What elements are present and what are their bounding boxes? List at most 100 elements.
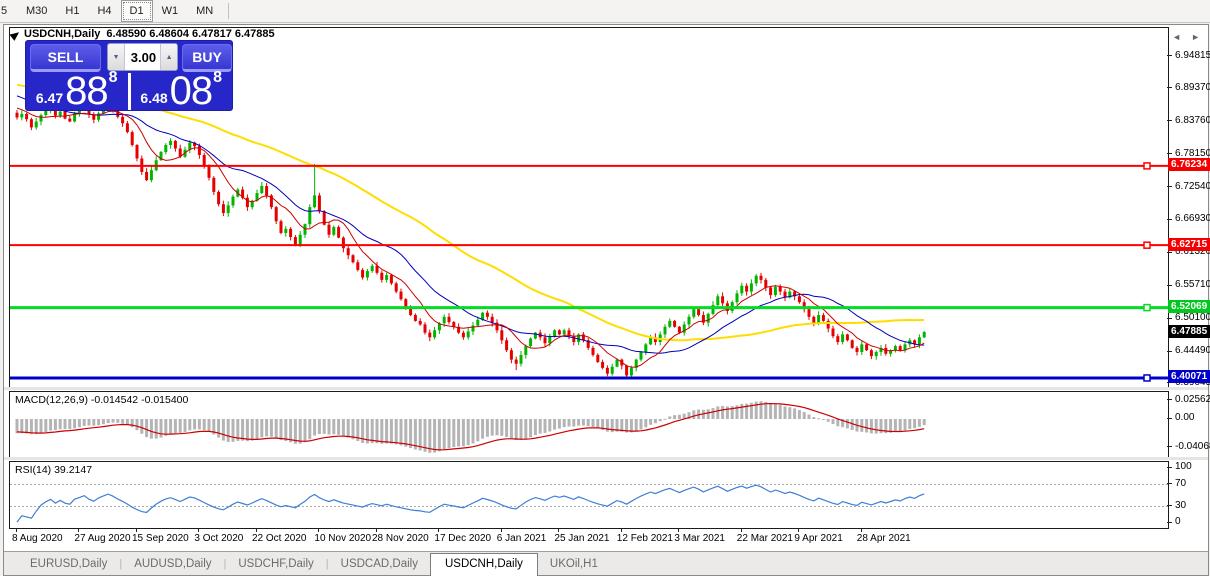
price-axis-tick: [1167, 153, 1172, 155]
volume-spinner: ▼ 3.00 ▲: [107, 43, 179, 71]
price-axis-tick: [1167, 186, 1172, 188]
price-level-badge: 6.52069: [1168, 300, 1210, 314]
macd-axis-label: 0.025623: [1175, 393, 1210, 405]
price-axis-label: 6.89370: [1175, 81, 1210, 93]
date-axis-label: 12 Feb 2021: [616, 533, 673, 544]
chart-ohlc-values: 6.48590 6.48604 6.47817 6.47885: [106, 28, 275, 40]
date-axis-label: 15 Sep 2020: [132, 533, 189, 544]
chart-tab-usdchf[interactable]: USDCHF,Daily: [226, 554, 325, 575]
volume-increase-button[interactable]: ▲: [160, 44, 178, 70]
date-axis-label: 3 Mar 2021: [674, 533, 725, 544]
panel-splitter[interactable]: [4, 457, 1208, 460]
volume-value[interactable]: 3.00: [125, 44, 160, 70]
macd-plot[interactable]: MACD(12,26,9) -0.014542 -0.015400: [9, 391, 1169, 459]
sell-price[interactable]: 6.47 88 8: [26, 69, 128, 113]
tab-scroll-right[interactable]: ►: [1191, 31, 1200, 43]
trade-panel-prices: 6.47 88 8 6.48 08 8: [26, 69, 233, 113]
date-axis-label: 25 Jan 2021: [554, 533, 610, 544]
volume-decrease-button[interactable]: ▼: [108, 44, 126, 70]
trade-panel-controls: SELL ▼ 3.00 ▲ BUY: [26, 41, 232, 72]
date-axis-label: 28 Nov 2020: [372, 533, 429, 544]
price-axis-tick: [1167, 87, 1172, 89]
rsi-axis-label: 0: [1175, 516, 1181, 527]
chart-tab-eurusd[interactable]: EURUSD,Daily: [18, 554, 119, 575]
buy-price-small: 6.48: [140, 90, 168, 106]
rsi-label: RSI(14) 39.2147: [15, 464, 93, 476]
rsi-axis-label: 70: [1175, 477, 1187, 489]
date-axis-tick: [318, 528, 320, 532]
timeframe-button-mn[interactable]: MN: [187, 0, 222, 22]
price-axis-tick: [1167, 218, 1172, 220]
price-axis-label: 6.44490: [1175, 345, 1210, 357]
timeframe-button-w1[interactable]: W1: [153, 0, 188, 22]
price-axis-label: 6.66930: [1175, 213, 1210, 225]
macd-axis-tick: [1167, 399, 1172, 401]
price-axis-label: 6.83760: [1175, 114, 1210, 126]
rsi-axis-tick: [1167, 483, 1172, 484]
price-level-badge: 6.40071: [1168, 370, 1210, 384]
rsi-axis-tick: [1167, 521, 1172, 523]
date-axis-label: 17 Dec 2020: [434, 533, 492, 544]
macd-axis-tick: [1167, 446, 1172, 448]
buy-price[interactable]: 6.48 08 8: [131, 69, 233, 113]
date-axis-label: 8 Aug 2020: [12, 533, 63, 544]
date-axis-label: 22 Mar 2021: [736, 533, 793, 544]
sell-button[interactable]: SELL: [30, 44, 102, 72]
timeframe-button-m30[interactable]: M30: [17, 0, 56, 22]
date-axis-tick: [16, 528, 17, 532]
price-axis-label: 6.94815: [1175, 49, 1210, 61]
price-axis-tick: [1167, 251, 1172, 253]
date-axis-tick: [558, 528, 560, 532]
date-axis-label: 28 Apr 2021: [856, 533, 911, 544]
chart-tab-bar: EURUSD,Daily | AUDUSD,Daily | USDCHF,Daily | U…: [4, 551, 1208, 576]
price-level-badge: 6.76234: [1168, 158, 1210, 172]
date-axis-tick: [798, 528, 800, 532]
price-axis-label: 6.78150: [1175, 147, 1210, 159]
chart-tab-usdcnh[interactable]: USDCNH,Daily: [429, 553, 538, 576]
chart-window: MACD(12,26,9) -0.014542 -0.015400 RSI(14…: [3, 24, 1210, 576]
buy-button[interactable]: BUY: [182, 44, 232, 72]
date-axis-tick: [78, 528, 80, 532]
date-axis-label: 3 Oct 2020: [194, 533, 244, 544]
chart-tab-audusd[interactable]: AUDUSD,Daily: [122, 554, 223, 575]
date-axis-label: 10 Nov 2020: [314, 533, 372, 544]
date-axis-tick: [678, 528, 680, 532]
sell-price-big: 88: [65, 69, 108, 113]
date-axis-tick: [620, 528, 622, 532]
chart-tab-usdcad[interactable]: USDCAD,Daily: [329, 554, 430, 575]
rsi-axis-label: 30: [1175, 499, 1187, 511]
chart-title: USDCNH,Daily 6.48590 6.48604 6.47817 6.47…: [24, 28, 275, 40]
timeframe-button-h4[interactable]: H4: [88, 0, 120, 22]
timeframe-button-d1[interactable]: D1: [120, 0, 153, 22]
toolbar-separator: [228, 3, 230, 19]
trading-app: 5 M30 H1 H4 D1 W1 MN MACD(12,26,9) -0.014542 -…: [0, 0, 1210, 576]
chart-symbol-period: USDCNH,Daily: [24, 28, 101, 40]
price-axis-tick: [1167, 317, 1172, 319]
buy-price-big: 08: [169, 69, 213, 113]
price-axis-tick: [1167, 55, 1172, 57]
sell-price-small: 6.47: [35, 90, 64, 106]
tab-scroll-left[interactable]: ◄: [1172, 31, 1181, 43]
macd-axis-label: 0.00: [1175, 412, 1195, 423]
date-axis-tick: [376, 528, 377, 532]
date-axis-label: 6 Jan 2021: [496, 533, 547, 544]
timeframe-button-5[interactable]: 5: [0, 0, 17, 22]
date-axis-tick: [860, 528, 862, 532]
rsi-plot[interactable]: RSI(14) 39.2147: [9, 461, 1169, 529]
date-axis-tick: [500, 528, 502, 532]
macd-label: MACD(12,26,9) -0.014542 -0.015400: [15, 394, 189, 406]
macd-axis-tick: [1167, 417, 1172, 419]
tab-scroll-arrows: ◄ ►: [1172, 31, 1200, 43]
date-axis-tick: [136, 528, 137, 532]
price-level-badge: 6.62715: [1168, 237, 1210, 251]
timeframe-button-h1[interactable]: H1: [56, 0, 88, 22]
date-axis-label: 22 Oct 2020: [252, 533, 307, 544]
date-axis[interactable]: 8 Aug 2020 27 Aug 2020 15 Sep 2020 3 Oct 20…: [4, 528, 1208, 548]
chart-tab-ukoil[interactable]: UKOil,H1: [538, 554, 610, 575]
price-axis-tick: [1167, 284, 1172, 286]
macd-axis-label: -0.040687: [1175, 440, 1210, 452]
date-axis-tick: [256, 528, 257, 532]
rsi-axis-tick: [1167, 505, 1172, 506]
panel-splitter[interactable]: [4, 387, 1208, 390]
rsi-axis-label: 100: [1175, 461, 1192, 472]
